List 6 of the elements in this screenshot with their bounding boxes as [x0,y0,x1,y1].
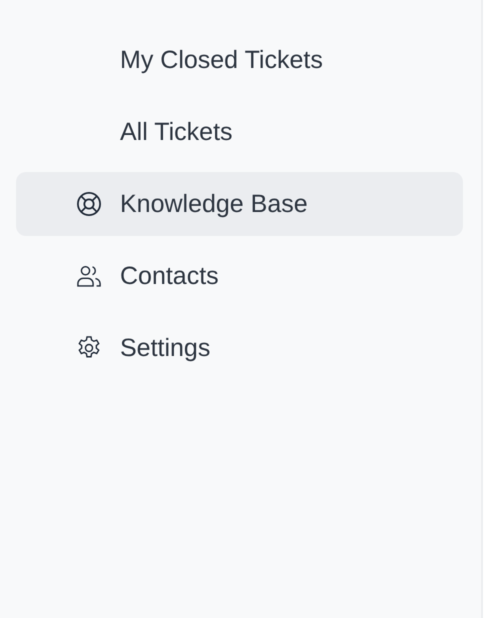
lifebuoy-icon [75,190,103,218]
sidebar-item[interactable]: All Tickets [16,100,463,164]
sidebar-item[interactable]: Contacts [16,244,463,308]
sidebar-item[interactable]: Settings [16,316,463,380]
sidebar-item[interactable]: My Closed Tickets [16,28,463,92]
sidebar-item[interactable]: Knowledge Base [16,172,463,236]
